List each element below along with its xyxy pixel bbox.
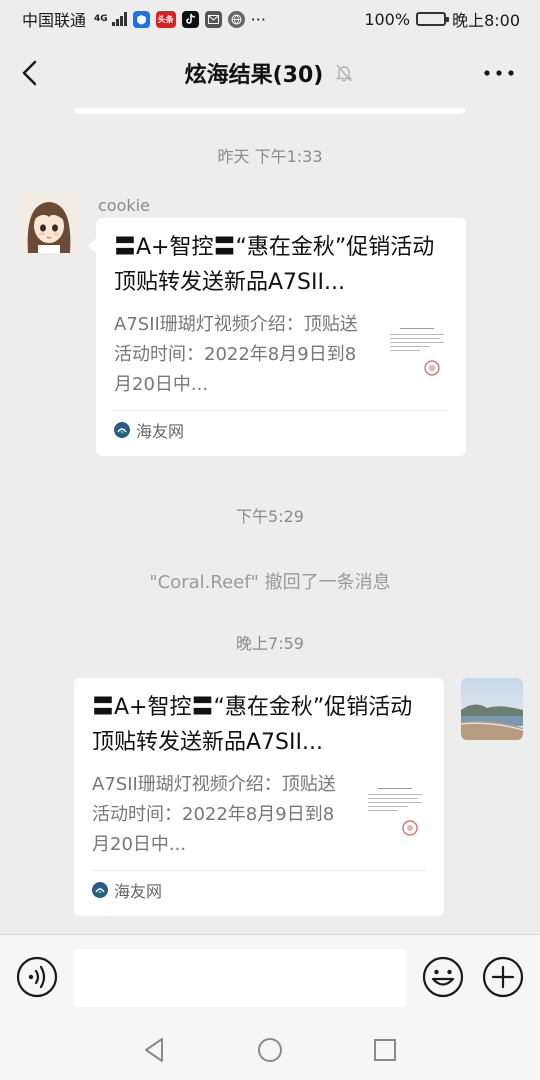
card-title: 〓A+智控〓“惠在金秋”促销活动顶贴转发送新品A7SII... bbox=[92, 695, 413, 755]
emoji-icon bbox=[422, 956, 464, 998]
avatar-cookie[interactable] bbox=[18, 191, 80, 253]
system-nav-bar bbox=[0, 1018, 540, 1080]
source-logo-icon bbox=[92, 881, 108, 898]
voice-button[interactable] bbox=[16, 956, 58, 998]
tiktok-app-icon bbox=[181, 10, 199, 28]
browser-app-icon bbox=[227, 10, 245, 28]
message-input[interactable] bbox=[74, 949, 406, 1007]
signal-icon bbox=[111, 12, 127, 26]
shield-app-icon bbox=[132, 10, 150, 28]
battery-icon bbox=[416, 12, 450, 26]
back-arrow-icon bbox=[22, 60, 37, 86]
carrier-label: 中国联通 bbox=[22, 11, 87, 30]
sender-name: cookie bbox=[98, 196, 150, 215]
chat-header: 炫海结果(30) bbox=[0, 38, 540, 108]
link-card[interactable]: 〓A+智控〓“惠在金秋”促销活动顶贴转发送新品A7SII... A7SII珊瑚灯… bbox=[88, 218, 466, 456]
avatar-self[interactable] bbox=[461, 678, 523, 740]
more-notifications: ··· bbox=[250, 9, 266, 29]
input-bar bbox=[0, 934, 540, 1018]
card-title: 〓A+智控〓“惠在金秋”促销活动顶贴转发送新品A7SII... bbox=[114, 235, 435, 295]
nav-back-button[interactable] bbox=[140, 1035, 170, 1065]
source-name: 海友网 bbox=[114, 881, 163, 901]
more-functions-button[interactable] bbox=[482, 956, 524, 998]
clock: 晚上8:00 bbox=[452, 11, 520, 30]
back-button[interactable] bbox=[14, 56, 48, 90]
more-dots-icon bbox=[484, 70, 514, 76]
source-logo-icon bbox=[114, 421, 130, 438]
emoji-button[interactable] bbox=[422, 956, 464, 998]
network-type: 4G bbox=[94, 13, 108, 24]
plus-icon bbox=[482, 956, 524, 998]
news-app-icon: 头条 bbox=[155, 10, 176, 28]
link-card[interactable]: 〓A+智控〓“惠在金秋”促销活动顶贴转发送新品A7SII... A7SII珊瑚灯… bbox=[74, 678, 444, 916]
nav-recent-icon bbox=[374, 1039, 396, 1061]
card-source: 海友网 bbox=[92, 870, 426, 908]
more-button[interactable] bbox=[482, 62, 516, 84]
status-bar: 中国联通 4G 头条 ··· 100% 晚上8:00 bbox=[0, 0, 540, 38]
card-source: 海友网 bbox=[114, 410, 448, 448]
card-description: A7SII珊瑚灯视频介绍：顶贴送活动时间：2022年8月9日到8月20日中... bbox=[114, 314, 358, 395]
timestamp: 下午5:29 bbox=[236, 507, 304, 526]
nav-recent-button[interactable] bbox=[370, 1035, 400, 1065]
document-thumbnail bbox=[386, 320, 448, 382]
timestamp: 昨天 下午1:33 bbox=[217, 147, 323, 166]
card-description: A7SII珊瑚灯视频介绍：顶贴送活动时间：2022年8月9日到8月20日中... bbox=[92, 774, 336, 855]
recall-notice: "Coral.Reef" 撤回了一条消息 bbox=[149, 572, 391, 593]
mail-app-icon bbox=[204, 10, 222, 28]
timestamp: 晚上7:59 bbox=[236, 634, 304, 653]
battery-percent: 100% bbox=[364, 9, 411, 29]
mute-bell-icon bbox=[336, 64, 353, 82]
previous-message-edge bbox=[75, 108, 465, 114]
nav-home-button[interactable] bbox=[255, 1035, 285, 1065]
source-name: 海友网 bbox=[136, 421, 185, 441]
nav-home-icon bbox=[258, 1038, 282, 1062]
chat-area[interactable]: 昨天 下午1:33 cookie 〓A+智控〓“惠在金秋”促销活动顶贴转发送新品… bbox=[0, 108, 540, 934]
voice-icon bbox=[16, 956, 58, 998]
nav-back-icon bbox=[145, 1038, 163, 1062]
document-thumbnail bbox=[364, 780, 426, 842]
chat-title: 炫海结果(30) bbox=[184, 63, 324, 88]
